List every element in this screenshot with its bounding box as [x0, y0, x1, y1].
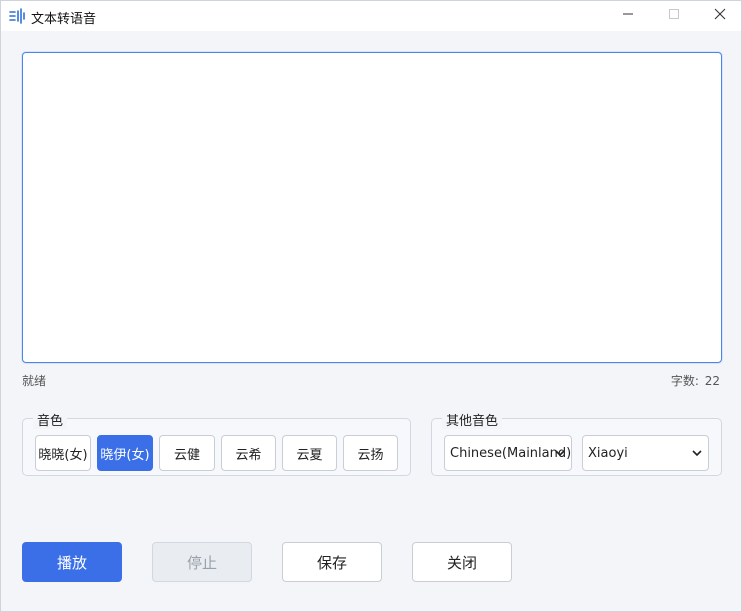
window-title: 文本转语音 — [31, 12, 97, 27]
close-button[interactable]: 关闭 — [412, 542, 512, 582]
character-count-label: 字数: — [670, 374, 699, 388]
title-bar: 文本转语音 — [1, 1, 741, 31]
close-window-button[interactable] — [697, 1, 742, 31]
voice-button-xiaoyi[interactable]: 晓伊(女) — [97, 435, 153, 471]
tts-app-icon — [9, 8, 27, 24]
save-button[interactable]: 保存 — [282, 542, 382, 582]
minimize-icon — [622, 8, 634, 24]
stop-button[interactable]: 停止 — [152, 542, 252, 582]
chevron-down-icon — [692, 447, 702, 457]
character-count-value: 22 — [704, 374, 720, 388]
other-voice-group-legend: 其他音色 — [442, 410, 503, 429]
voice-select[interactable]: Xiaoyi — [582, 435, 709, 471]
maximize-button[interactable] — [651, 1, 697, 31]
voice-button-yunxia[interactable]: 云夏 — [282, 435, 337, 471]
maximize-icon — [668, 8, 680, 24]
language-select-value: Chinese(Mainland) — [450, 445, 572, 461]
voice-button-yunxi[interactable]: 云希 — [221, 435, 276, 471]
voice-select-value: Xiaoyi — [588, 445, 628, 461]
voice-button-xiaoxiao[interactable]: 晓晓(女) — [35, 435, 91, 471]
close-icon — [714, 8, 726, 24]
language-select[interactable]: Chinese(Mainland) — [444, 435, 572, 471]
status-text: 就绪 — [22, 374, 47, 388]
play-button[interactable]: 播放 — [22, 542, 122, 582]
other-voice-group: 其他音色 Chinese(Mainland) Xiaoyi — [431, 410, 722, 476]
character-count: 字数: 22 — [671, 372, 720, 389]
chevron-down-icon — [555, 447, 565, 457]
text-input-area[interactable] — [22, 52, 722, 363]
app-window: 文本转语音 就绪 字数: 22 音色 晓晓(女) 晓伊(女) 云健 云希 云夏 … — [0, 0, 742, 612]
voice-group-legend: 音色 — [33, 410, 68, 429]
voice-button-yunyang[interactable]: 云扬 — [343, 435, 398, 471]
voice-group: 音色 晓晓(女) 晓伊(女) 云健 云希 云夏 云扬 — [22, 410, 411, 476]
minimize-button[interactable] — [605, 1, 651, 31]
voice-button-yunjian[interactable]: 云健 — [159, 435, 215, 471]
